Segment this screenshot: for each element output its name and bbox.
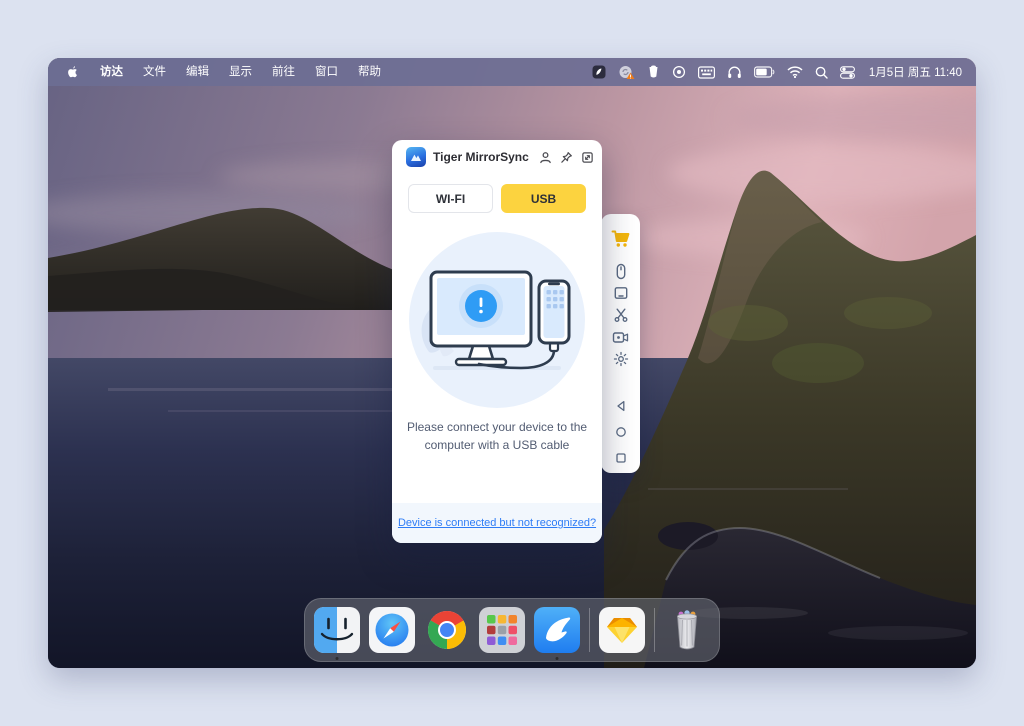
apple-menu[interactable]: [64, 65, 90, 79]
assistant-app-menubar-icon[interactable]: [641, 58, 666, 86]
back-triangle-icon: [614, 399, 628, 413]
record-camera-icon: [612, 330, 629, 345]
menu-finder[interactable]: 访达: [90, 58, 133, 86]
android-home-button[interactable]: [601, 421, 640, 443]
sketch-icon: [599, 607, 645, 653]
screen-record-button[interactable]: [601, 326, 640, 348]
tab-usb[interactable]: USB: [501, 184, 586, 213]
mirror-app-menubar-icon[interactable]: [586, 58, 612, 86]
menu-edit[interactable]: 编辑: [176, 58, 219, 86]
mirror-control-panel: [601, 214, 640, 473]
dingtalk-icon: [534, 607, 580, 653]
fullscreen-icon: [581, 151, 594, 164]
dock-separator: [654, 608, 655, 652]
input-source-menubar-icon[interactable]: [692, 58, 721, 86]
pin-button[interactable]: [560, 150, 574, 164]
dock-item-dingtalk[interactable]: [534, 607, 580, 653]
launchpad-icon: [479, 607, 525, 653]
running-indicator: [336, 657, 339, 660]
account-button[interactable]: [539, 150, 553, 164]
menu-file[interactable]: 文件: [133, 58, 176, 86]
sync-alert-menubar-icon[interactable]: [612, 58, 641, 86]
app-logo: [406, 147, 426, 167]
menu-bar: 访达 文件 编辑 显示 前往 窗口 帮助: [48, 58, 976, 86]
account-icon: [539, 151, 552, 164]
apple-logo-icon: [66, 65, 80, 79]
not-recognized-link[interactable]: Device is connected but not recognized?: [398, 517, 596, 529]
screen-mirror-button[interactable]: [601, 282, 640, 304]
window-titlebar[interactable]: Tiger MirrorSync: [392, 140, 602, 174]
menu-help[interactable]: 帮助: [348, 58, 391, 86]
connection-tabs: WI-FI USB: [392, 174, 602, 213]
mountain-logo-icon: [409, 150, 423, 164]
search-menubar-icon[interactable]: [809, 58, 834, 86]
menu-window[interactable]: 窗口: [305, 58, 348, 86]
menu-go[interactable]: 前往: [262, 58, 305, 86]
cart-icon: [611, 229, 631, 249]
menu-view[interactable]: 显示: [219, 58, 262, 86]
tab-wifi[interactable]: WI-FI: [408, 184, 493, 213]
dock: [304, 598, 720, 662]
running-indicator: [556, 657, 559, 660]
connect-instruction-text: Please connect your device to the comput…: [392, 418, 602, 454]
connect-illustration: [409, 232, 585, 408]
screen-icon: [613, 285, 629, 301]
scissors-icon: [613, 307, 629, 323]
safari-icon: [369, 607, 415, 653]
dock-item-safari[interactable]: [369, 607, 415, 653]
mouse-control-button[interactable]: [601, 260, 640, 282]
settings-button[interactable]: [601, 348, 640, 370]
clip-button[interactable]: [601, 304, 640, 326]
dock-separator: [589, 608, 590, 652]
dock-item-finder[interactable]: [314, 607, 360, 653]
control-center-menubar-icon[interactable]: [834, 58, 861, 86]
mouse-icon: [613, 263, 629, 280]
home-circle-icon: [614, 425, 628, 439]
menubar-clock[interactable]: 1月5日 周五 11:40: [861, 64, 962, 80]
wifi-menubar-icon[interactable]: [781, 58, 809, 86]
dock-item-chrome[interactable]: [424, 607, 470, 653]
battery-menubar-icon[interactable]: [748, 58, 781, 86]
computer-phone-usb-illustration: [409, 232, 585, 408]
recents-square-icon: [614, 451, 628, 465]
gear-icon: [613, 351, 629, 367]
desktop: 访达 文件 编辑 显示 前往 窗口 帮助: [48, 58, 976, 668]
dock-item-sketch[interactable]: [599, 607, 645, 653]
dock-item-trash[interactable]: [664, 607, 710, 653]
trash-icon: [664, 607, 710, 653]
finder-icon: [314, 607, 360, 653]
screen-record-menubar-icon[interactable]: [666, 58, 692, 86]
android-back-button[interactable]: [601, 395, 640, 417]
android-recents-button[interactable]: [601, 447, 640, 469]
headphones-menubar-icon[interactable]: [721, 58, 748, 86]
window-title: Tiger MirrorSync: [433, 150, 529, 164]
chrome-icon: [424, 607, 470, 653]
window-footer: Device is connected but not recognized?: [392, 503, 602, 543]
pin-icon: [560, 151, 573, 164]
tiger-mirrorsync-window: Tiger MirrorSync: [392, 140, 602, 543]
dock-item-launchpad[interactable]: [479, 607, 525, 653]
store-cart-button[interactable]: [601, 224, 640, 254]
fullscreen-button[interactable]: [581, 150, 595, 164]
